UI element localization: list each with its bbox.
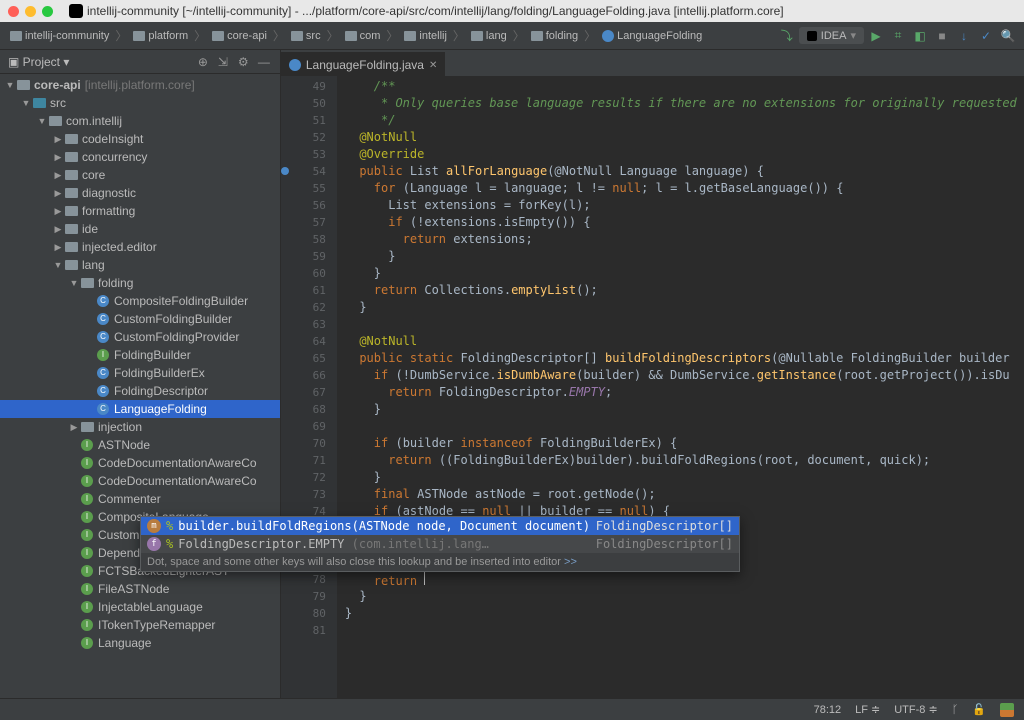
app-icon xyxy=(69,4,83,18)
file-encoding[interactable]: UTF-8 ≑ xyxy=(894,703,937,716)
tree-node-class[interactable]: CCustomFoldingProvider xyxy=(0,328,280,346)
project-panel-header: ▣ Project ▾ ⊕ ⇲ ⚙ — xyxy=(0,50,280,74)
tree-node-class[interactable]: IInjectableLanguage xyxy=(0,598,280,616)
window-title: intellij-community [~/intellij-community… xyxy=(69,4,784,18)
folder-icon xyxy=(345,31,357,41)
breadcrumb-item[interactable]: lang xyxy=(467,28,511,44)
breadcrumb-item[interactable]: intellij xyxy=(400,28,451,44)
minimize-window-button[interactable] xyxy=(25,6,36,17)
git-branch-icon[interactable]: ᚴ xyxy=(952,704,959,716)
breadcrumb-item[interactable]: com xyxy=(341,28,385,44)
tree-node-class[interactable]: CFoldingDescriptor xyxy=(0,382,280,400)
breadcrumb-item[interactable]: folding xyxy=(527,28,582,44)
tree-node-class[interactable]: CCustomFoldingBuilder xyxy=(0,310,280,328)
editor-gutter[interactable]: 4950515253545556575859606162636465666768… xyxy=(281,76,337,698)
field-icon: f xyxy=(147,537,161,551)
class-icon xyxy=(289,59,301,71)
search-icon[interactable]: 🔍 xyxy=(998,26,1018,46)
tree-node-class[interactable]: CFoldingBuilderEx xyxy=(0,364,280,382)
window-titlebar: intellij-community [~/intellij-community… xyxy=(0,0,1024,22)
breadcrumb-item[interactable]: LanguageFolding xyxy=(598,28,706,44)
project-tree[interactable]: ▼core-api[intellij.platform.core] ▼src ▼… xyxy=(0,74,280,698)
caret-position[interactable]: 78:12 xyxy=(814,704,842,716)
run-config-selector[interactable]: IDEA▾ xyxy=(799,27,864,44)
editor-tabs: LanguageFolding.java ✕ xyxy=(281,50,1024,76)
maximize-window-button[interactable] xyxy=(42,6,53,17)
code-editor[interactable]: 4950515253545556575859606162636465666768… xyxy=(281,76,1024,698)
tree-node-class[interactable]: IASTNode xyxy=(0,436,280,454)
tree-node-package[interactable]: ▶formatting xyxy=(0,202,280,220)
tree-node-package[interactable]: ▼com.intellij xyxy=(0,112,280,130)
tree-node-class[interactable]: ILanguage xyxy=(0,634,280,652)
tree-node-module[interactable]: ▼core-api[intellij.platform.core] xyxy=(0,76,280,94)
build-button[interactable]: ⤵ xyxy=(777,26,797,46)
project-view-selector[interactable]: ▣ Project ▾ xyxy=(8,55,69,69)
run-button[interactable]: ▶ xyxy=(866,26,886,46)
folder-icon xyxy=(291,31,303,41)
vcs-commit-button[interactable]: ✓ xyxy=(976,26,996,46)
tree-node-class[interactable]: ICodeDocumentationAwareCo xyxy=(0,454,280,472)
tree-node-package[interactable]: ▶ide xyxy=(0,220,280,238)
read-only-lock-icon[interactable]: 🔓 xyxy=(972,703,986,716)
tree-node-package[interactable]: ▶concurrency xyxy=(0,148,280,166)
inspections-indicator[interactable] xyxy=(1000,703,1014,717)
line-separator[interactable]: LF ≑ xyxy=(855,703,880,716)
coverage-button[interactable]: ◧ xyxy=(910,26,930,46)
breadcrumb-item[interactable]: src xyxy=(287,28,325,44)
tree-node-package[interactable]: ▶diagnostic xyxy=(0,184,280,202)
editor-content[interactable]: /** * Only queries base language results… xyxy=(337,76,1024,698)
method-icon: m xyxy=(147,519,161,533)
tree-node-package[interactable]: ▶codeInsight xyxy=(0,130,280,148)
tree-node-src[interactable]: ▼src xyxy=(0,94,280,112)
gear-icon[interactable]: ⚙ xyxy=(238,55,252,69)
tree-node-class[interactable]: CLanguageFolding xyxy=(0,400,280,418)
tree-node-package[interactable]: ▼lang xyxy=(0,256,280,274)
stop-button[interactable]: ■ xyxy=(932,26,952,46)
tree-node-package[interactable]: ▼folding xyxy=(0,274,280,292)
project-tool-window: ▣ Project ▾ ⊕ ⇲ ⚙ — ▼core-api[intellij.p… xyxy=(0,50,281,698)
completion-hint: Dot, space and some other keys will also… xyxy=(141,553,739,571)
folder-icon xyxy=(212,31,224,41)
debug-button[interactable]: ⌗ xyxy=(888,26,908,46)
scroll-from-source-icon[interactable]: ⊕ xyxy=(198,55,212,69)
completion-hint-link[interactable]: >> xyxy=(564,556,577,568)
tree-node-class[interactable]: IITokenTypeRemapper xyxy=(0,616,280,634)
breadcrumb-item[interactable]: core-api xyxy=(208,28,271,44)
class-icon xyxy=(602,30,614,42)
tree-node-package[interactable]: ▶injected.editor xyxy=(0,238,280,256)
tree-node-package[interactable]: ▶injection xyxy=(0,418,280,436)
completion-item[interactable]: f% FoldingDescriptor.EMPTY (com.intellij… xyxy=(141,535,739,553)
completion-item[interactable]: m% builder.buildFoldRegions(ASTNode node… xyxy=(141,517,739,535)
editor-tab[interactable]: LanguageFolding.java ✕ xyxy=(281,52,446,76)
vcs-update-button[interactable]: ↓ xyxy=(954,26,974,46)
breadcrumb-item[interactable]: intellij-community xyxy=(6,28,113,44)
close-window-button[interactable] xyxy=(8,6,19,17)
tree-node-class[interactable]: IFileASTNode xyxy=(0,580,280,598)
folder-icon xyxy=(404,31,416,41)
close-tab-icon[interactable]: ✕ xyxy=(429,60,437,71)
editor-area: LanguageFolding.java ✕ 49505152535455565… xyxy=(281,50,1024,698)
status-bar: 78:12 LF ≑ UTF-8 ≑ ᚴ 🔓 xyxy=(0,698,1024,720)
collapse-all-icon[interactable]: ⇲ xyxy=(218,55,232,69)
folder-icon xyxy=(10,31,22,41)
hide-icon[interactable]: — xyxy=(258,55,272,69)
breadcrumb-item[interactable]: platform xyxy=(129,28,192,44)
tree-node-class[interactable]: IFoldingBuilder xyxy=(0,346,280,364)
code-completion-popup: m% builder.buildFoldRegions(ASTNode node… xyxy=(140,516,740,572)
folder-icon xyxy=(531,31,543,41)
folder-icon xyxy=(133,31,145,41)
tree-node-package[interactable]: ▶core xyxy=(0,166,280,184)
tree-node-class[interactable]: ICommenter xyxy=(0,490,280,508)
navigation-bar: intellij-community〉 platform〉 core-api〉 … xyxy=(0,22,1024,50)
tree-node-class[interactable]: ICodeDocumentationAwareCo xyxy=(0,472,280,490)
tree-node-class[interactable]: CCompositeFoldingBuilder xyxy=(0,292,280,310)
folder-icon xyxy=(471,31,483,41)
